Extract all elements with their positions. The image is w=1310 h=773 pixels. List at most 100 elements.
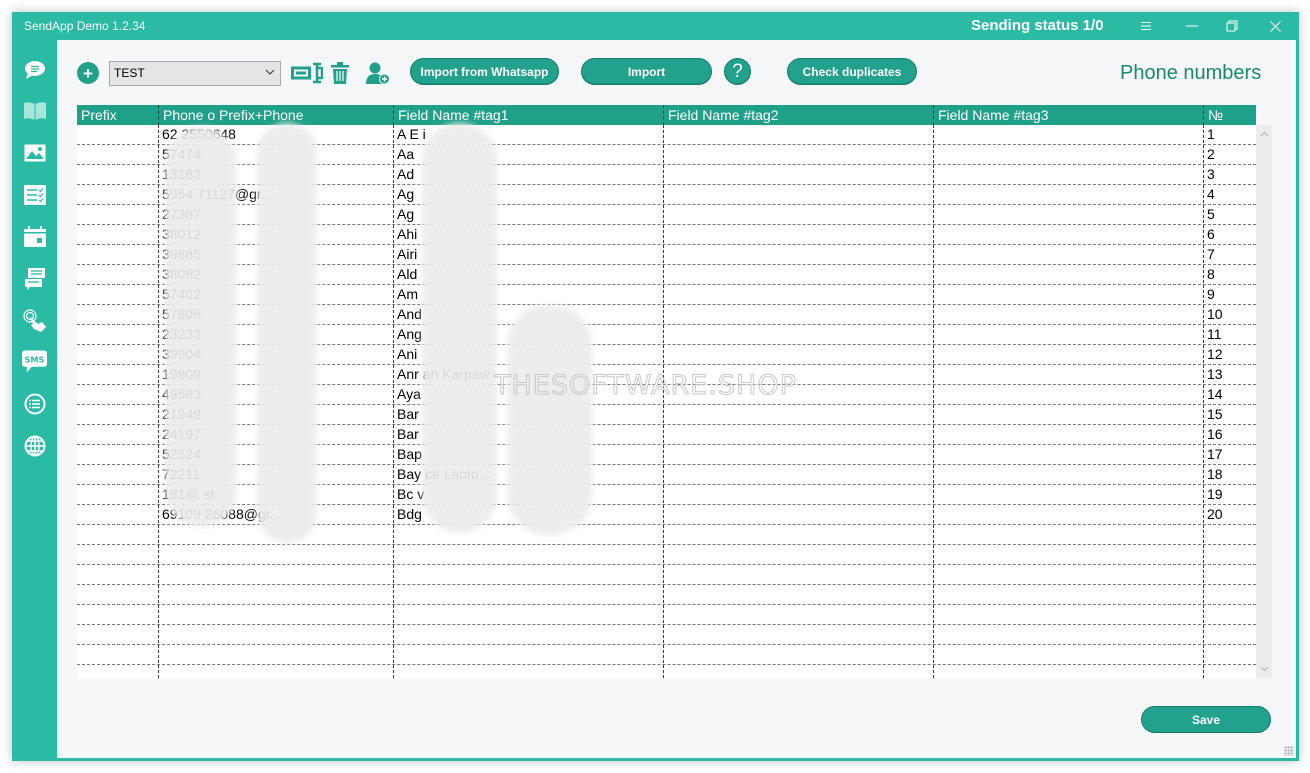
cell-tag2[interactable] bbox=[663, 465, 933, 485]
cell-tag2[interactable] bbox=[663, 505, 933, 525]
sidebar-item-schedule[interactable] bbox=[22, 224, 47, 249]
sidebar-item-sms[interactable]: SMS bbox=[22, 349, 47, 374]
scroll-down-button[interactable] bbox=[1259, 664, 1269, 674]
help-button[interactable]: ? bbox=[724, 58, 751, 85]
cell-prefix[interactable] bbox=[77, 345, 158, 365]
empty-table-row[interactable] bbox=[77, 625, 1256, 645]
table-scrollbar[interactable] bbox=[1256, 125, 1272, 678]
cell-prefix[interactable] bbox=[77, 325, 158, 345]
cell-number[interactable]: 18 bbox=[1203, 465, 1256, 485]
cell-number[interactable]: 4 bbox=[1203, 185, 1256, 205]
cell-number[interactable]: 13 bbox=[1203, 365, 1256, 385]
cell-prefix[interactable] bbox=[77, 445, 158, 465]
table-row[interactable]: 57402Am9 bbox=[77, 285, 1256, 305]
cell-prefix[interactable] bbox=[77, 225, 158, 245]
empty-table-row[interactable] bbox=[77, 665, 1256, 678]
cell-prefix[interactable] bbox=[77, 305, 158, 325]
cell-tag3[interactable] bbox=[933, 145, 1203, 165]
cell-prefix[interactable] bbox=[77, 165, 158, 185]
cell-tag2[interactable] bbox=[663, 445, 933, 465]
table-row[interactable]: 38082Ald8 bbox=[77, 265, 1256, 285]
cell-tag2[interactable] bbox=[663, 485, 933, 505]
table-row[interactable]: 23233Ang11 bbox=[77, 325, 1256, 345]
menu-button[interactable] bbox=[1123, 12, 1169, 40]
column-header-tag2[interactable]: Field Name #tag2 bbox=[663, 105, 933, 125]
cell-tag2[interactable] bbox=[663, 345, 933, 365]
table-row[interactable]: 24197Bar16 bbox=[77, 425, 1256, 445]
table-row[interactable]: 39885Airi7 bbox=[77, 245, 1256, 265]
cell-number[interactable]: 11 bbox=[1203, 325, 1256, 345]
cell-prefix[interactable] bbox=[77, 465, 158, 485]
cell-tag3[interactable] bbox=[933, 505, 1203, 525]
cell-number[interactable]: 16 bbox=[1203, 425, 1256, 445]
empty-table-row[interactable] bbox=[77, 605, 1256, 625]
cell-prefix[interactable] bbox=[77, 125, 158, 145]
column-header-prefix[interactable]: Prefix bbox=[77, 105, 158, 125]
cell-prefix[interactable] bbox=[77, 365, 158, 385]
cell-tag2[interactable] bbox=[663, 205, 933, 225]
cell-number[interactable]: 19 bbox=[1203, 485, 1256, 505]
delete-list-button[interactable] bbox=[329, 60, 351, 86]
add-contact-button[interactable] bbox=[365, 60, 391, 86]
cell-prefix[interactable] bbox=[77, 405, 158, 425]
cell-tag3[interactable] bbox=[933, 365, 1203, 385]
restore-button[interactable] bbox=[1209, 12, 1255, 40]
cell-tag2[interactable] bbox=[663, 405, 933, 425]
cell-prefix[interactable] bbox=[77, 385, 158, 405]
cell-number[interactable]: 8 bbox=[1203, 265, 1256, 285]
check-duplicates-button[interactable]: Check duplicates bbox=[787, 58, 917, 85]
cell-number[interactable]: 14 bbox=[1203, 385, 1256, 405]
table-row[interactable]: 5954 71127@gr...Ag4 bbox=[77, 185, 1256, 205]
cell-tag3[interactable] bbox=[933, 225, 1203, 245]
cell-tag2[interactable] bbox=[663, 165, 933, 185]
empty-table-row[interactable] bbox=[77, 585, 1256, 605]
cell-tag2[interactable] bbox=[663, 225, 933, 245]
sidebar-item-web[interactable] bbox=[22, 433, 47, 458]
sidebar-item-lists[interactable] bbox=[22, 182, 47, 207]
list-select[interactable]: TEST bbox=[109, 61, 281, 86]
cell-tag2[interactable] bbox=[663, 245, 933, 265]
cell-tag3[interactable] bbox=[933, 165, 1203, 185]
column-header-tag1[interactable]: Field Name #tag1 bbox=[393, 105, 663, 125]
cell-tag3[interactable] bbox=[933, 125, 1203, 145]
cell-tag3[interactable] bbox=[933, 265, 1203, 285]
sidebar-item-messages[interactable] bbox=[22, 57, 47, 82]
sidebar-item-images[interactable] bbox=[22, 140, 47, 165]
rename-list-button[interactable] bbox=[291, 60, 323, 86]
cell-prefix[interactable] bbox=[77, 205, 158, 225]
column-header-phone[interactable]: Phone o Prefix+Phone bbox=[158, 105, 393, 125]
resize-grip[interactable] bbox=[1284, 746, 1294, 756]
cell-tag3[interactable] bbox=[933, 485, 1203, 505]
save-button[interactable]: Save bbox=[1141, 706, 1271, 733]
cell-tag2[interactable] bbox=[663, 425, 933, 445]
import-button[interactable]: Import bbox=[581, 58, 712, 85]
cell-tag3[interactable] bbox=[933, 445, 1203, 465]
cell-prefix[interactable] bbox=[77, 185, 158, 205]
cell-prefix[interactable] bbox=[77, 505, 158, 525]
import-from-whatsapp-button[interactable]: Import from Whatsapp bbox=[410, 58, 559, 85]
table-row[interactable]: 38012Ahi6 bbox=[77, 225, 1256, 245]
cell-number[interactable]: 2 bbox=[1203, 145, 1256, 165]
table-row[interactable]: 21949Bar15 bbox=[77, 405, 1256, 425]
cell-number[interactable]: 3 bbox=[1203, 165, 1256, 185]
cell-tag2[interactable] bbox=[663, 185, 933, 205]
cell-prefix[interactable] bbox=[77, 485, 158, 505]
cell-tag3[interactable] bbox=[933, 305, 1203, 325]
cell-prefix[interactable] bbox=[77, 425, 158, 445]
table-row[interactable]: 19909Anr ah Karpaw13 bbox=[77, 365, 1256, 385]
cell-number[interactable]: 6 bbox=[1203, 225, 1256, 245]
empty-table-row[interactable] bbox=[77, 645, 1256, 665]
sidebar-item-autoresponse[interactable] bbox=[22, 308, 47, 333]
cell-tag2[interactable] bbox=[663, 365, 933, 385]
table-row[interactable]: 52524Bap17 bbox=[77, 445, 1256, 465]
column-header-tag3[interactable]: Field Name #tag3 bbox=[933, 105, 1203, 125]
cell-tag3[interactable] bbox=[933, 465, 1203, 485]
cell-number[interactable]: 7 bbox=[1203, 245, 1256, 265]
table-row[interactable]: 39904Ani12 bbox=[77, 345, 1256, 365]
cell-prefix[interactable] bbox=[77, 145, 158, 165]
cell-number[interactable]: 20 bbox=[1203, 505, 1256, 525]
cell-tag3[interactable] bbox=[933, 185, 1203, 205]
empty-table-row[interactable] bbox=[77, 565, 1256, 585]
cell-number[interactable]: 15 bbox=[1203, 405, 1256, 425]
cell-number[interactable]: 10 bbox=[1203, 305, 1256, 325]
